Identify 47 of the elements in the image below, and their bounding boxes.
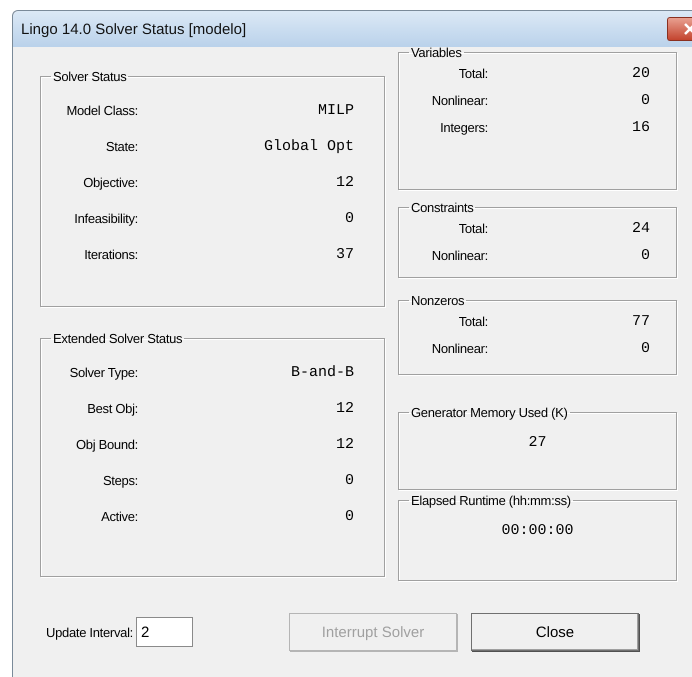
field-label: Model Class: <box>65 102 138 118</box>
group-title: Generator Memory Used (K) <box>410 405 568 420</box>
field-value: 0 <box>344 472 354 488</box>
field-label: Active: <box>100 508 138 524</box>
close-button[interactable]: Close <box>470 613 639 651</box>
field-value: 0 <box>640 247 650 264</box>
field-value: 24 <box>630 220 650 237</box>
field-value: 77 <box>630 313 650 330</box>
group-title: Nonzeros <box>410 293 466 308</box>
field-value: B-and-B <box>290 364 354 380</box>
field-label: Objective: <box>82 174 138 190</box>
field-value: 20 <box>630 65 650 82</box>
field-label: Infeasibility: <box>73 210 138 226</box>
field-value: 0 <box>640 340 650 357</box>
field-value: 00:00:00 <box>501 522 574 539</box>
field-value: 37 <box>334 246 354 262</box>
field-label: Obj Bound: <box>74 436 138 452</box>
field-label: State: <box>104 138 138 154</box>
field-label: Best Obj: <box>86 400 138 416</box>
field-value: 16 <box>630 119 650 136</box>
group-title: Constraints <box>410 200 474 215</box>
field-label: Solver Type: <box>68 364 138 380</box>
group-title: Variables <box>410 45 463 60</box>
window-title: Lingo 14.0 Solver Status [modelo] <box>21 20 246 38</box>
field-value: 12 <box>334 400 354 416</box>
field-label: Nonlinear: <box>430 93 488 108</box>
field-value: 0 <box>344 210 354 226</box>
field-value: 27 <box>528 434 546 451</box>
field-value: 12 <box>334 174 354 190</box>
field-label: Total: <box>458 221 488 236</box>
field-label: Update Interval: <box>46 624 133 640</box>
field-label: Steps: <box>102 472 138 488</box>
field-value: 12 <box>334 436 354 452</box>
group-title: Elapsed Runtime (hh:mm:ss) <box>410 493 572 508</box>
field-label: Integers: <box>439 120 488 135</box>
input-field[interactable]: 2 <box>136 617 193 647</box>
group-title: Solver Status <box>52 69 128 84</box>
field-value: 0 <box>640 92 650 109</box>
group-title: Extended Solver Status <box>52 331 184 346</box>
field-value: 0 <box>344 508 354 524</box>
field-value: MILP <box>316 102 354 118</box>
field-value: Global Opt <box>262 138 354 154</box>
field-label: Total: <box>458 66 488 81</box>
field-label: Total: <box>458 314 488 329</box>
field-label: Iterations: <box>83 246 138 262</box>
field-label: Nonlinear: <box>430 248 488 263</box>
field-label: Nonlinear: <box>430 341 488 356</box>
